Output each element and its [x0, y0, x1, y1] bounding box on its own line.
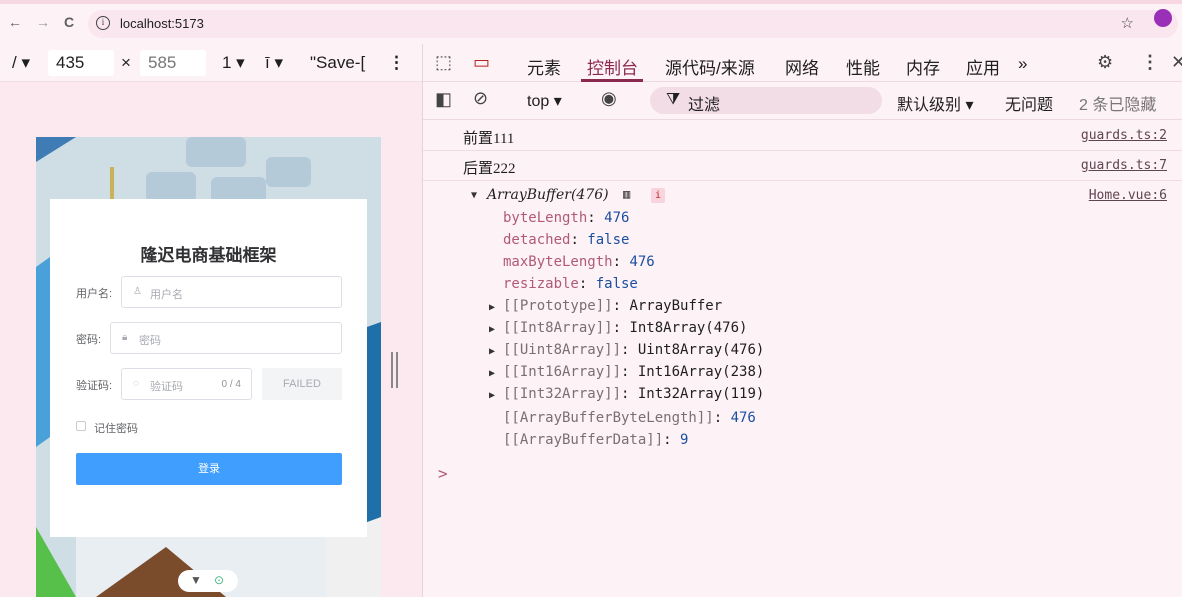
property-row: byteLength: 476 [503, 210, 630, 226]
device-toggle-icon[interactable]: ▭ [473, 52, 490, 73]
expand-triangle-icon[interactable]: ▶ [489, 390, 495, 401]
url-field[interactable]: i localhost:5173 ☆ [88, 10, 1178, 38]
username-label: 用户名: [76, 288, 113, 300]
save-data-select[interactable]: "Save-[ [310, 53, 365, 73]
tab-performance[interactable]: 性能 [846, 54, 880, 79]
property-row: resizable: false [503, 276, 638, 292]
log-message: 后置222 [463, 161, 516, 177]
console-output: 前置111 guards.ts:2 后置222 guards.ts:7 ▼ Ar… [423, 121, 1182, 597]
log-level-select[interactable]: 默认级别 ▾ [897, 91, 973, 115]
page-title: 隆迟电商基础框架 [140, 246, 277, 265]
tab-console[interactable]: 控制台 [587, 54, 638, 79]
info-badge-icon[interactable]: i [651, 188, 665, 203]
log-source-link[interactable]: Home.vue:6 [1089, 188, 1167, 203]
captcha-label: 验证码: [76, 380, 113, 392]
device-select[interactable]: / ▾ [12, 53, 30, 73]
tab-memory[interactable]: 内存 [906, 54, 940, 79]
devtools-panel: ⬚ ▭ 元素 控制台 源代码/来源 网络 性能 内存 应用 » ⚙ ⋮ ✕ ◧ … [422, 44, 1182, 597]
reload-icon[interactable]: C [64, 14, 74, 30]
issues-button[interactable]: 无问题 [1005, 91, 1053, 115]
devtools-more-icon[interactable]: ⋮ [1141, 52, 1159, 73]
hidden-count: 2 条已隐藏 [1079, 97, 1157, 114]
captcha-field[interactable]: ◌ 验证码 0 / 4 [121, 368, 252, 400]
close-icon[interactable]: ✕ [1171, 52, 1182, 73]
context-select[interactable]: top ▾ [527, 91, 562, 111]
expandable-row[interactable]: [[Int16Array]]: Int16Array(238) [503, 364, 764, 380]
filter-icon[interactable]: ▼ [190, 573, 202, 587]
console-prompt[interactable]: > [438, 464, 448, 483]
internal-row: [[ArrayBufferData]]: 9 [503, 432, 689, 448]
property-row: maxByteLength: 476 [503, 254, 655, 270]
console-toolbar: ◧ ⊘ top ▾ ◉ ⧩ 过滤 默认级别 ▾ 无问题 2 条已隐藏 [423, 82, 1182, 120]
device-more-icon[interactable]: ⋮ [388, 53, 405, 73]
captcha-count: 0 / 4 [221, 379, 241, 390]
login-button[interactable]: 登录 [76, 453, 342, 485]
remember-checkbox[interactable] [76, 421, 86, 431]
expand-triangle-icon[interactable]: ▶ [489, 368, 495, 379]
internal-row: [[ArrayBufferByteLength]]: 476 [503, 410, 756, 426]
expand-triangle-icon[interactable]: ▶ [489, 302, 495, 313]
back-icon[interactable]: ← [8, 14, 22, 30]
user-icon: ♙ [133, 286, 142, 297]
captcha-placeholder: 验证码 [150, 381, 183, 393]
password-placeholder: 密码 [139, 335, 161, 347]
log-message: 前置111 [463, 131, 515, 147]
throttle-select[interactable]: ī ▾ [265, 53, 283, 73]
filter-input[interactable]: ⧩ 过滤 [650, 87, 882, 114]
object-header[interactable]: ArrayBuffer(476) [487, 187, 609, 203]
tab-sources[interactable]: 源代码/来源 [665, 54, 755, 79]
profile-avatar[interactable] [1154, 9, 1172, 27]
tab-application[interactable]: 应用 [966, 54, 1000, 79]
zoom-select[interactable]: 1 ▾ [222, 53, 245, 73]
eye-icon[interactable]: ◉ [601, 88, 617, 109]
expand-triangle-icon[interactable]: ▶ [489, 346, 495, 357]
clear-console-icon[interactable]: ⊘ [473, 88, 488, 109]
expandable-row[interactable]: [[Uint8Array]]: Uint8Array(476) [503, 342, 764, 358]
site-info-icon[interactable]: i [96, 16, 110, 30]
device-screen: 隆迟电商基础框架 用户名: ♙ 用户名 密码: 🔒︎ 密码 验证码: ◌ 验证码… [36, 137, 381, 597]
more-tabs-icon[interactable]: » [1018, 54, 1027, 74]
filter-icon: ⧩ [666, 91, 681, 108]
console-log-row: 后置222 guards.ts:7 [423, 151, 1182, 181]
captcha-icon: ◌ [133, 378, 139, 389]
resize-handle[interactable] [391, 352, 398, 388]
property-row: detached: false [503, 232, 630, 248]
device-toolbar: / ▾ 435 × 585 1 ▾ ī ▾ "Save-[ ⋮ [0, 44, 422, 82]
tab-network[interactable]: 网络 [785, 54, 819, 79]
vue-devtools-icon[interactable]: ⊙ [214, 573, 224, 587]
memory-icon[interactable]: ▥ [623, 187, 630, 201]
expandable-row[interactable]: [[Int8Array]]: Int8Array(476) [503, 320, 747, 336]
tab-elements[interactable]: 元素 [527, 54, 561, 79]
login-card: 隆迟电商基础框架 用户名: ♙ 用户名 密码: 🔒︎ 密码 验证码: ◌ 验证码… [50, 199, 367, 537]
url-text: localhost:5173 [120, 16, 204, 31]
address-bar: ← → C i localhost:5173 ☆ [0, 0, 1182, 44]
username-placeholder: 用户名 [150, 289, 183, 301]
dimension-times: × [121, 53, 131, 72]
password-label: 密码: [76, 334, 102, 346]
console-log-row: 前置111 guards.ts:2 [423, 121, 1182, 151]
width-input[interactable]: 435 [48, 50, 114, 76]
expandable-row[interactable]: [[Int32Array]]: Int32Array(119) [503, 386, 764, 402]
log-source-link[interactable]: guards.ts:2 [1081, 128, 1167, 143]
floating-toolbar[interactable]: ▼ ⊙ [178, 570, 238, 592]
settings-gear-icon[interactable]: ⚙ [1097, 52, 1113, 73]
collapse-triangle-icon[interactable]: ▼ [471, 190, 477, 201]
bookmark-star-icon[interactable]: ☆ [1121, 14, 1134, 32]
remember-label[interactable]: 记住密码 [94, 420, 138, 436]
filter-placeholder: 过滤 [688, 97, 721, 114]
captcha-image[interactable]: FAILED [262, 368, 342, 400]
inspect-icon[interactable]: ⬚ [435, 52, 452, 73]
device-viewport: 隆迟电商基础框架 用户名: ♙ 用户名 密码: 🔒︎ 密码 验证码: ◌ 验证码… [0, 82, 422, 597]
password-field[interactable]: 🔒︎ 密码 [110, 322, 342, 354]
devtools-tabbar: ⬚ ▭ 元素 控制台 源代码/来源 网络 性能 内存 应用 » ⚙ ⋮ ✕ [423, 44, 1182, 82]
expandable-row[interactable]: [[Prototype]]: ArrayBuffer [503, 298, 722, 314]
expand-triangle-icon[interactable]: ▶ [489, 324, 495, 335]
lock-icon: 🔒︎ [122, 332, 128, 343]
sidebar-toggle-icon[interactable]: ◧ [435, 89, 452, 110]
log-source-link[interactable]: guards.ts:7 [1081, 158, 1167, 173]
height-input[interactable]: 585 [140, 50, 206, 76]
forward-icon[interactable]: → [36, 14, 50, 30]
username-field[interactable]: ♙ 用户名 [121, 276, 342, 308]
